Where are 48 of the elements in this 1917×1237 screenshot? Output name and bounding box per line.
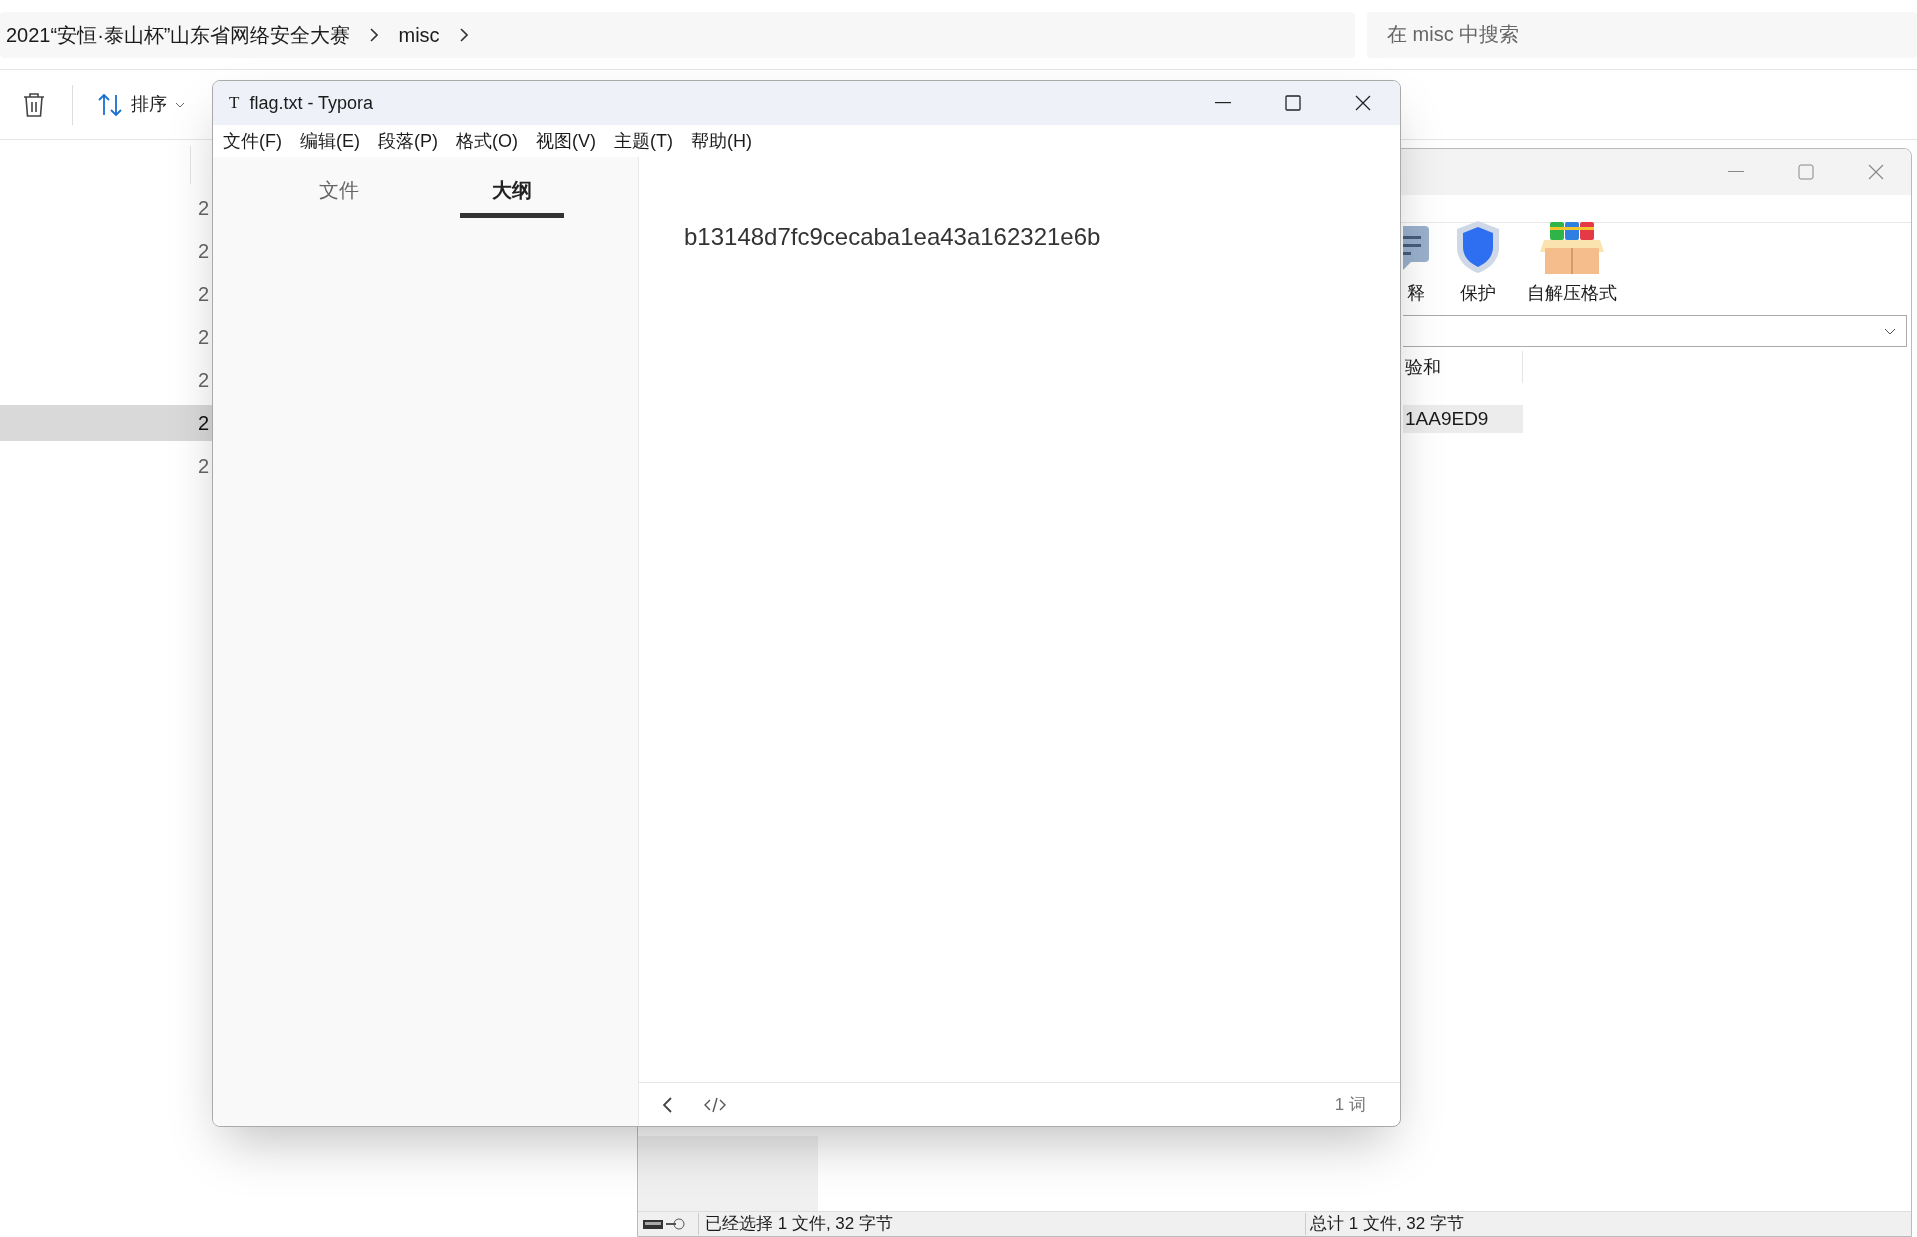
file-row[interactable]: 2 [0,448,212,484]
breadcrumb-item[interactable]: misc [398,19,440,50]
file-row[interactable]: 2 [0,276,212,312]
maximize-icon [1798,164,1814,180]
word-count[interactable]: 1 词 [1334,1091,1366,1118]
close-icon [1868,164,1884,180]
menu-item[interactable]: 帮助(H) [684,127,758,155]
file-row[interactable]: 2 [0,405,212,441]
sort-icon [97,92,123,117]
delete-icon[interactable] [22,91,46,118]
minimize-icon [1215,102,1231,104]
code-icon [704,1096,726,1113]
file-row[interactable]: 2 [0,319,212,355]
menu-item[interactable]: 视图(V) [530,127,602,155]
file-row[interactable]: 2 [0,362,212,398]
chevron-down-icon [175,101,185,108]
sidebar-tab[interactable]: 文件 [287,175,392,218]
menu-item[interactable]: 编辑(E) [294,127,366,155]
chevron-left-icon [663,1096,672,1113]
file-row[interactable]: 2 [0,190,212,226]
menu-item[interactable]: 文件(F) [217,127,288,155]
document-text: b13148d7fc9cecaba1ea43a162321e6b [684,222,1102,252]
address-bar[interactable]: 2021“安恒·泰山杯”山东省网络安全大赛 misc [0,11,1355,58]
shield-icon [1455,220,1501,274]
search-field[interactable]: 在 misc 中搜索 [1367,11,1917,58]
file-row[interactable]: 1AA9ED9 [1403,405,1523,433]
close-icon [1355,95,1371,111]
toolbar-button[interactable]: 保护 [1455,220,1501,307]
chevron-right-icon[interactable] [459,27,468,42]
menu-item[interactable]: 主题(T) [608,127,679,155]
toolbar-button[interactable]: 自解压格式 [1527,222,1617,307]
breadcrumb-item[interactable]: 2021“安恒·泰山杯”山东省网络安全大赛 [6,19,351,50]
archive-box-icon [1540,222,1604,274]
minimize-icon [1728,171,1744,173]
window-title: flag.txt - Typora [249,91,374,115]
app-icon: T [229,90,240,116]
status-icons [642,1217,688,1231]
menu-item[interactable]: 段落(P) [372,127,444,155]
status-text: 总计 1 文件, 32 字节 [1310,1213,1464,1236]
chevron-right-icon[interactable] [370,27,379,42]
menu-item[interactable]: 格式(O) [450,127,524,155]
file-row[interactable]: 2 [0,233,212,269]
chevron-down-icon [1884,327,1896,335]
maximize-icon [1285,95,1301,111]
sidebar-tab[interactable]: 大纲 [459,175,564,218]
status-text: 已经选择 1 文件, 32 字节 [705,1213,894,1236]
column-header[interactable]: 验和 [1403,351,1523,383]
sort-button[interactable]: 排序 [93,87,189,122]
